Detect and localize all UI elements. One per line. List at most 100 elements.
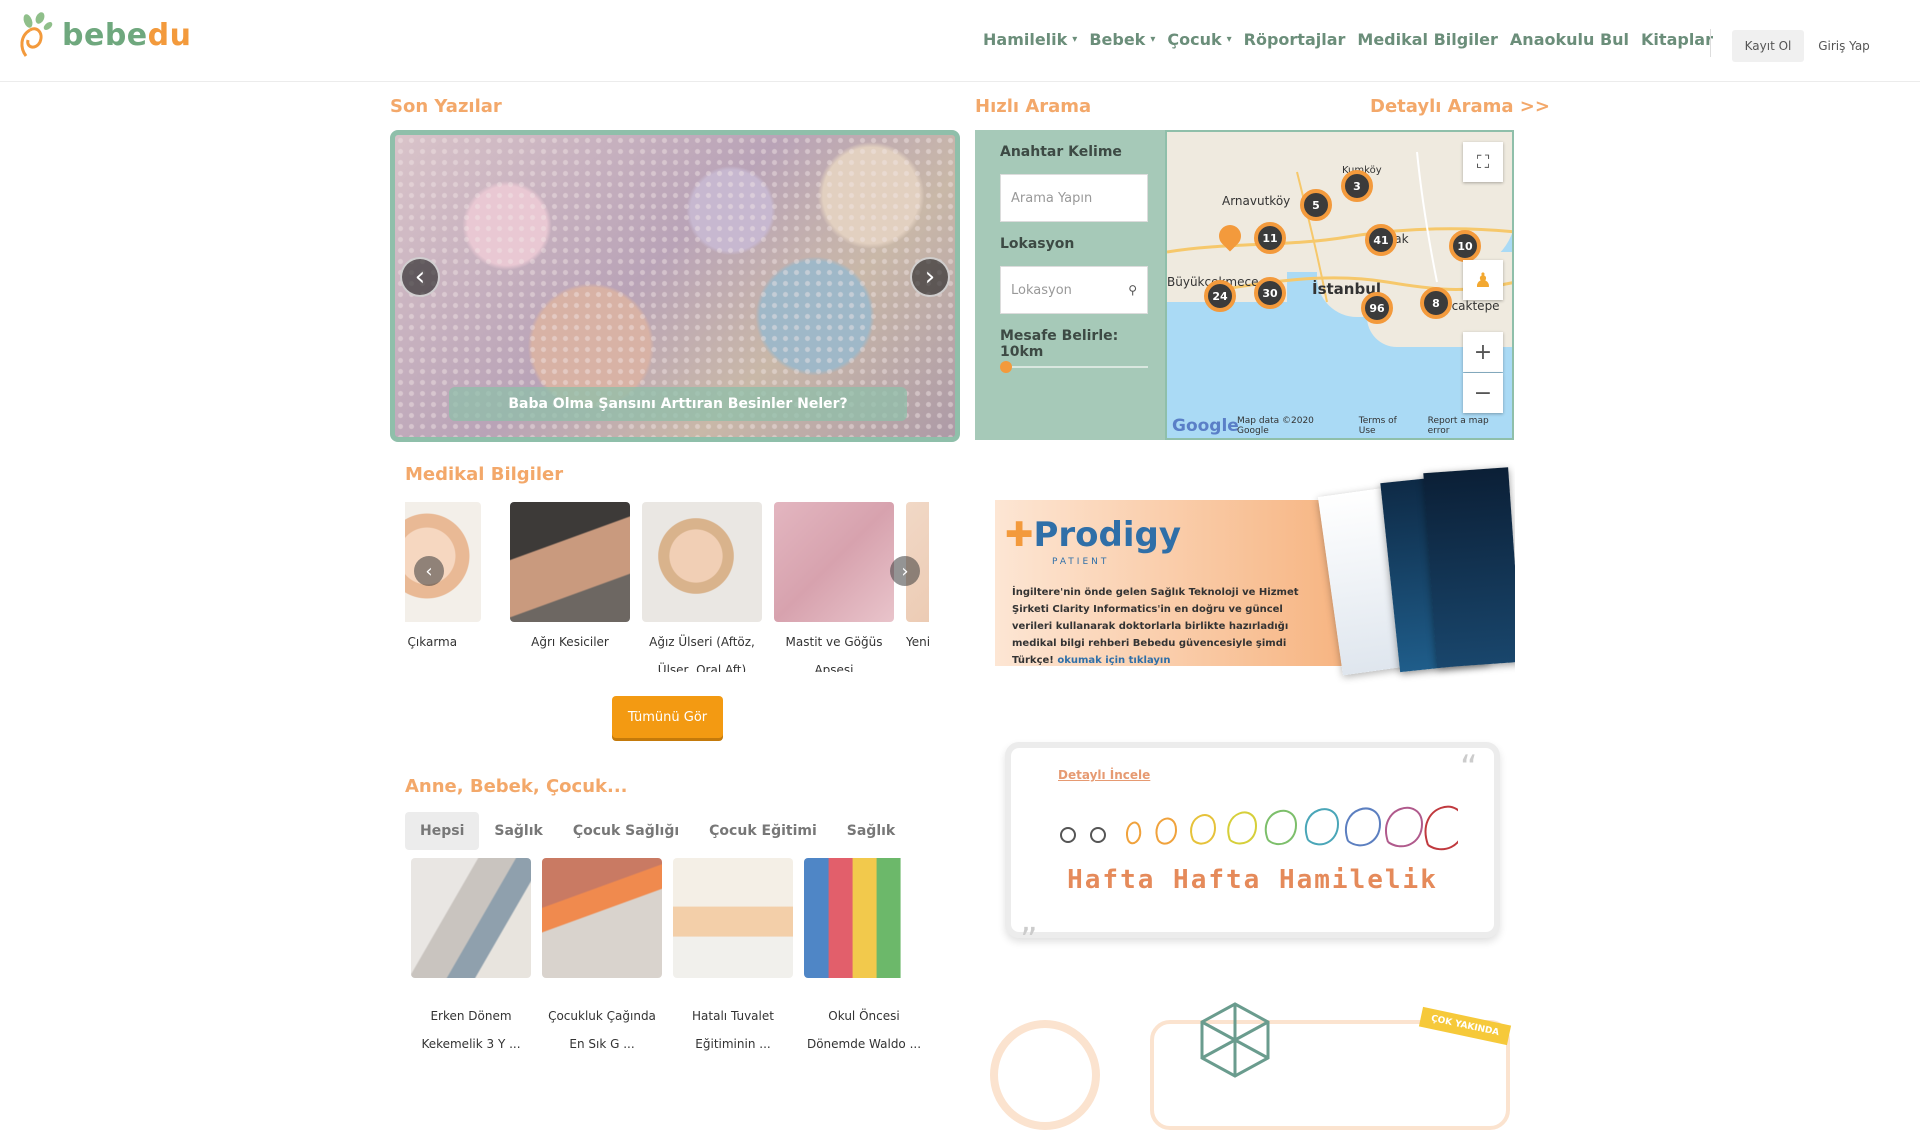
hamilelik-detail-link[interactable]: Detaylı İncele [1058,768,1150,782]
chevron-down-icon: ▾ [1072,34,1078,45]
coming-soon-banner[interactable]: ÇOK YAKINDA [990,1000,1515,1130]
fetus-stages-icon [1060,805,1458,851]
map-cluster[interactable]: 3 [1341,170,1373,202]
quick-search-panel: Anahtar Kelime Arama Yapın Lokasyon Loka… [975,130,1165,440]
bebedu-logo[interactable]: bebedu [18,10,192,60]
medical-card-image [642,502,762,622]
article-card-image [673,858,793,978]
distance-slider-handle[interactable] [1000,361,1012,373]
tab-saglik[interactable]: Sağlık [479,812,557,850]
article-card-title: Çocukluk Çağında En Sık G ... [548,1009,656,1051]
map-cluster[interactable]: 11 [1254,222,1286,254]
medical-card-title: Ağız Ülseri (Aftöz, Ülser, Oral Aft) [649,635,755,672]
nav-cocuk-label: Çocuk [1167,30,1222,49]
logo-wordmark: bebedu [62,18,192,53]
google-logo: Google [1172,416,1239,436]
keyword-input[interactable]: Arama Yapın [1000,174,1148,222]
distance-slider-track[interactable] [1000,366,1148,368]
question-mark-decoration [990,1020,1100,1130]
nav-kitaplar[interactable]: Kitaplar [1641,30,1713,49]
quote-close-icon: „ [1020,900,1038,940]
hafta-hafta-hamilelik-banner[interactable]: “ „ Detaylı İncele Hafta Hafta Hamilelik [990,730,1515,960]
medical-prev-icon[interactable]: ‹ [414,556,444,586]
nav-medikal-bilgiler[interactable]: Medikal Bilgiler [1357,30,1498,49]
map-cluster[interactable]: 5 [1300,189,1332,221]
nav-bebek[interactable]: Bebek ▾ [1089,30,1155,49]
map-cluster[interactable]: 8 [1420,287,1452,319]
medical-card[interactable]: Ağız Ülseri (Aftöz, Ülser, Oral Aft) [642,502,762,672]
register-button[interactable]: Kayıt Ol [1732,30,1804,62]
medical-card-title: Mastit ve Göğüs Apsesi [785,635,883,672]
article-card[interactable]: Hatalı Tuvalet Eğitiminin ... [673,858,793,1058]
tab-cocuk-egitimi[interactable]: Çocuk Eğitimi [694,812,832,850]
map-cluster[interactable]: 30 [1254,277,1286,309]
medical-next-icon[interactable]: › [890,556,920,586]
location-input-placeholder: Lokasyon [1011,282,1072,298]
see-all-button[interactable]: Tümünü Gör [612,696,723,738]
latest-posts-title: Son Yazılar [390,96,502,117]
article-card[interactable]: Okul Öncesi Dönemde Waldo ... [804,858,924,1058]
medical-card-title: Diş Çıkarma [405,635,458,649]
location-map[interactable]: Kumköy Arnavutköy Maslak Büyükçekmece İs… [1165,130,1514,440]
sprout-logo-icon [20,12,53,57]
zoom-in-icon[interactable]: + [1463,332,1503,372]
latest-posts-slider[interactable]: ‹ › Baba Olma Şansını Arttıran Besinler … [390,130,960,442]
location-input[interactable]: Lokasyon ⚲ [1000,266,1148,314]
medical-info-title: Medikal Bilgiler [405,464,564,485]
article-card-title: Okul Öncesi Dönemde Waldo ... [806,1009,922,1051]
tab-saglik-2[interactable]: Sağlık [832,812,910,850]
site-header: bebedu Hamilelik ▾ Bebek ▾ Çocuk ▾ Röportaj… [0,0,1920,82]
article-card-image [542,858,662,978]
nav-roportajlar[interactable]: Röportajlar [1244,30,1346,49]
slider-prev-icon[interactable]: ‹ [400,257,440,297]
map-cluster[interactable]: 96 [1361,292,1393,324]
article-card-image [411,858,531,978]
nav-bebek-label: Bebek [1089,30,1146,49]
detailed-search-link[interactable]: Detaylı Arama >> [1370,96,1550,117]
medical-card[interactable]: Mastit ve Göğüs Apsesi [774,502,894,672]
nav-anaokulu-bul[interactable]: Anaokulu Bul [1510,30,1629,49]
nav-divider [1710,29,1711,57]
map-footer: Map data ©2020 Google Terms of Use Repor… [1237,416,1512,436]
map-cluster[interactable]: 24 [1204,280,1236,312]
street-view-pegman-icon[interactable]: ♟ [1463,260,1503,300]
article-card[interactable]: Erken Dönem Kekemelik 3 Y ... [411,858,531,1058]
article-card[interactable]: Çocukluk Çağında En Sık G ... [542,858,662,1058]
chevron-down-icon: ▾ [1226,34,1232,45]
map-terms-link[interactable]: Terms of Use [1359,416,1416,436]
nav-hamilelik[interactable]: Hamilelik ▾ [983,30,1077,49]
prodigy-text: İngiltere'nin önde gelen Sağlık Teknoloj… [1012,584,1312,669]
article-card-image [804,858,924,978]
slider-next-icon[interactable]: › [910,257,950,297]
map-data-credit: Map data ©2020 Google [1237,416,1314,436]
article-card-title: Erken Dönem Kekemelik 3 Y ... [421,1009,521,1051]
logo-text-b: du [147,17,192,53]
zoom-out-icon[interactable]: − [1463,373,1503,413]
article-tabs: Hepsi Sağlık Çocuk Sağlığı Çocuk Eğitimi… [405,812,910,850]
nav-cocuk[interactable]: Çocuk ▾ [1167,30,1231,49]
location-label: Lokasyon [1000,236,1075,252]
article-card-title: Hatalı Tuvalet Eğitiminin ... [692,1009,774,1051]
map-cluster[interactable]: 41 [1365,224,1397,256]
medical-card-title: Yeni [906,635,929,649]
tab-cocuk-sagligi[interactable]: Çocuk Sağlığı [558,812,694,850]
fullscreen-icon[interactable]: ⛶ [1463,142,1503,182]
prodigy-name: Prodigy [1033,515,1182,555]
medical-card[interactable]: Ağrı Kesiciler [510,502,630,656]
tab-hepsi[interactable]: Hepsi [405,812,480,850]
prodigy-cross-icon: ✚ [1005,515,1034,555]
distance-label: Mesafe Belirle: 10km [1000,328,1119,360]
map-report-link[interactable]: Report a map error [1428,416,1512,436]
chevron-down-icon: ▾ [1150,34,1156,45]
prodigy-patient-banner[interactable]: ✚Prodigy PATIENT İngiltere'nin önde gele… [990,460,1515,690]
login-button[interactable]: Giriş Yap [1812,30,1876,62]
logo-text-a: bebe [62,17,148,53]
map-cluster[interactable]: 10 [1449,230,1481,262]
map-pin-icon: ⚲ [1128,283,1137,297]
quick-search-title: Hızlı Arama [975,96,1092,117]
prodigy-phone-image-2 [1423,467,1515,668]
slider-caption[interactable]: Baba Olma Şansını Arttıran Besinler Nele… [449,387,907,421]
keyword-label: Anahtar Kelime [1000,144,1122,160]
prodigy-read-link[interactable]: okumak için tıklayın [1057,655,1170,666]
medical-card-title: Ağrı Kesiciler [531,635,609,649]
